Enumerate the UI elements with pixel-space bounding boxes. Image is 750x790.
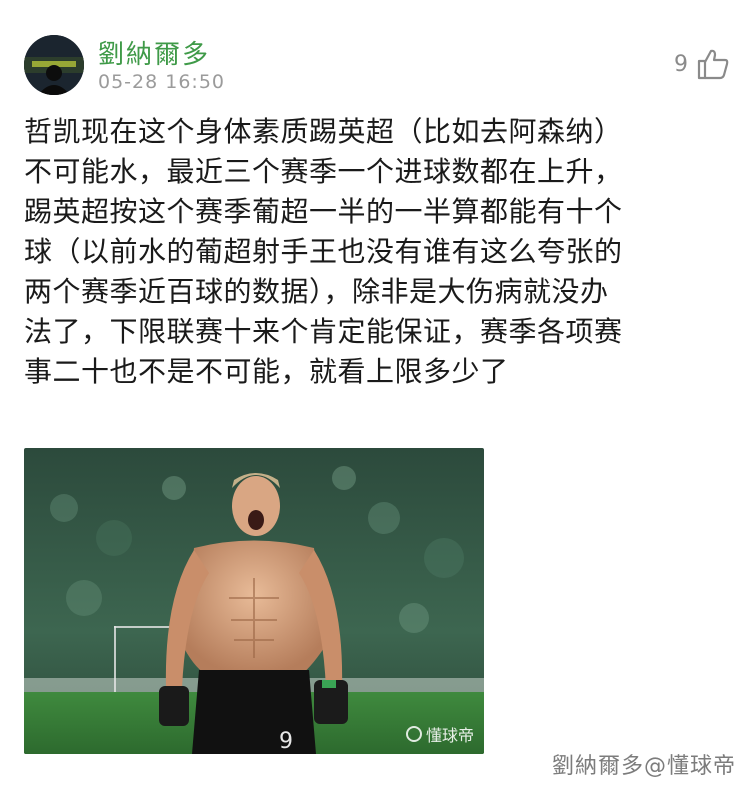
post-photo[interactable]: 9 懂球帝 bbox=[24, 448, 484, 754]
post-timestamp: 05-28 16:50 bbox=[98, 71, 226, 93]
jersey-number: 9 bbox=[279, 729, 293, 754]
like-count: 9 bbox=[674, 51, 688, 77]
dongqiudi-logo-icon bbox=[405, 726, 422, 742]
photo-watermark-text: 懂球帝 bbox=[425, 726, 474, 745]
photo-watermark: 懂球帝 bbox=[405, 722, 474, 746]
thumbs-up-icon bbox=[696, 48, 730, 80]
footer-watermark: 劉納爾多@懂球帝 bbox=[551, 754, 736, 779]
avatar[interactable] bbox=[24, 35, 84, 95]
like-button[interactable]: 9 bbox=[674, 48, 730, 80]
post-body-text: 哲凯现在这个身体素质踢英超（比如去阿森纳） 不可能水，最近三个赛季一个进球数都在… bbox=[24, 115, 623, 388]
author-name[interactable]: 劉納爾多 bbox=[98, 34, 210, 71]
